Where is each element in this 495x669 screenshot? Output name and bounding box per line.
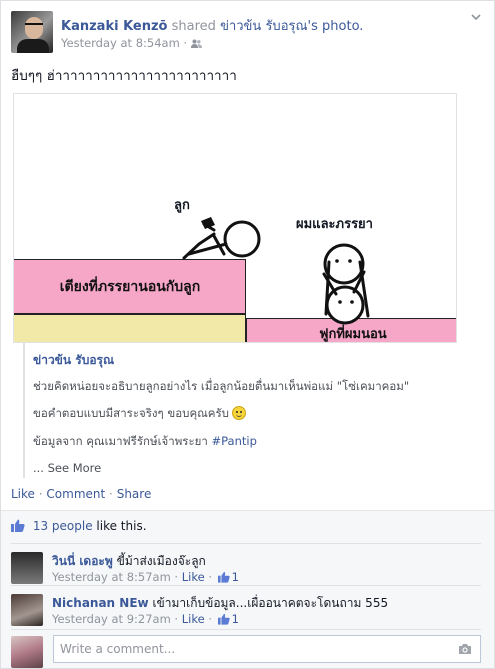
commenter-name-link[interactable]: วินนี่ เดอะพู xyxy=(52,554,113,568)
commenter-avatar[interactable] xyxy=(11,594,43,626)
comment-time-link[interactable]: Yesterday at 9:27am xyxy=(52,612,171,626)
comment-item: วินนี่ เดอะพู ขี้ม้าส่งเมืองจ๊ะลูก Yeste… xyxy=(11,543,481,584)
comment-like-count[interactable]: 1 xyxy=(232,570,239,584)
hashtag-link[interactable]: #Pantip xyxy=(212,434,257,448)
story-meta: Yesterday at 8:54am · xyxy=(61,36,202,50)
comment-like-link[interactable]: Like xyxy=(182,612,205,626)
story-actions: Like · Comment · Share xyxy=(11,487,152,501)
comment-placeholder: Write a comment... xyxy=(60,642,176,656)
stick-figure-drawing xyxy=(182,217,370,325)
comment-body: Nichanan NEw เข้ามาเก็บข้อมูล...เผื่ออนา… xyxy=(52,594,388,613)
timestamp-link[interactable]: Yesterday at 8:54am xyxy=(61,36,180,50)
write-comment-row: Write a comment... xyxy=(11,629,481,668)
author-avatar[interactable] xyxy=(11,11,53,53)
comment-like-count[interactable]: 1 xyxy=(232,612,239,626)
author-name-link[interactable]: Kanzaki Kenzō xyxy=(61,19,167,34)
photo-caption-block: ข่าวข้น รับอรุณ ช่วยคิดหน่อยจะอธิบายลูกอ… xyxy=(23,343,479,478)
thumbs-up-icon xyxy=(11,519,25,532)
meta-separator: · xyxy=(183,36,188,50)
story-headline: Kanzaki Kenzō shared ข่าวข้น รับอรุณ's p… xyxy=(61,15,363,36)
child-label: ลูก xyxy=(174,198,190,213)
shared-verb: shared xyxy=(171,19,216,34)
commenter-name-link[interactable]: Nichanan NEw xyxy=(52,596,149,610)
page-name-link[interactable]: ข่าวข้น รับอรุณ xyxy=(220,19,307,34)
feed-story: Kanzaki Kenzō shared ข่าวข้น รับอรุณ's p… xyxy=(0,0,495,669)
camera-icon[interactable] xyxy=(458,643,472,655)
share-link[interactable]: Share xyxy=(117,487,152,501)
comment-item: Nichanan NEw เข้ามาเก็บข้อมูล...เผื่ออนา… xyxy=(11,585,481,626)
comment-meta: Yesterday at 9:27am · Like · 1 xyxy=(52,612,239,626)
caption-line-1: ช่วยคิดหน่อยจะอธิบายลูกอย่างไร เมื่อลูกน… xyxy=(33,379,410,393)
see-more-link[interactable]: ... See More xyxy=(33,461,101,475)
caption-page-link[interactable]: ข่าวข้น รับอรุณ xyxy=(33,351,114,370)
comment-time-link[interactable]: Yesterday at 8:57am xyxy=(52,570,171,584)
chevron-down-icon[interactable] xyxy=(470,11,482,23)
feedback-section: 13 people like this. วินนี่ เดอะพู ขี้ม้… xyxy=(1,510,494,668)
thumbs-up-icon xyxy=(217,571,230,583)
likes-suffix: like this. xyxy=(96,519,147,533)
caption-line-2: ขอคำตอบแบบมีสาระจริงๆ ขอบคุณครับ xyxy=(33,405,246,423)
shared-photo[interactable]: เตียงที่ภรรยานอนกับลูก ฟูกที่ผมนอน ลูก ผ… xyxy=(13,93,457,343)
smile-emoji-icon xyxy=(231,406,246,420)
story-header: Kanzaki Kenzō shared ข่าวข้น รับอรุณ's p… xyxy=(11,11,484,55)
comment-text: เข้ามาเก็บข้อมูล...เผื่ออนาคตจะโดนถาม 55… xyxy=(152,596,389,610)
likes-summary: 13 people like this. xyxy=(11,519,147,535)
viewer-avatar xyxy=(11,636,43,668)
comment-meta: Yesterday at 8:57am · Like · 1 xyxy=(52,570,239,584)
comment-text: ขี้ม้าส่งเมืองจ๊ะลูก xyxy=(116,554,206,568)
couple-label: ผมและภรรยา xyxy=(296,217,373,232)
friends-icon[interactable] xyxy=(190,39,202,48)
thumbs-up-icon xyxy=(217,613,230,625)
like-link[interactable]: Like xyxy=(11,487,35,501)
caption-line-3: ข้อมูลจาก คุณเมาฟรีรักษ์เจ้าพระยา #Panti… xyxy=(33,434,257,448)
status-text: ฮืบๆๆ ฮ่าาาาาาาาาาาาาาาาาาาาาาาา xyxy=(11,68,237,84)
comment-body: วินนี่ เดอะพู ขี้ม้าส่งเมืองจ๊ะลูก xyxy=(52,552,206,571)
comment-link[interactable]: Comment xyxy=(46,487,105,501)
commenter-avatar[interactable] xyxy=(11,552,43,584)
photo-link[interactable]: 's photo. xyxy=(308,19,364,34)
likers-link[interactable]: 13 people xyxy=(33,519,93,533)
comment-input[interactable]: Write a comment... xyxy=(53,635,481,663)
comment-like-link[interactable]: Like xyxy=(182,570,205,584)
